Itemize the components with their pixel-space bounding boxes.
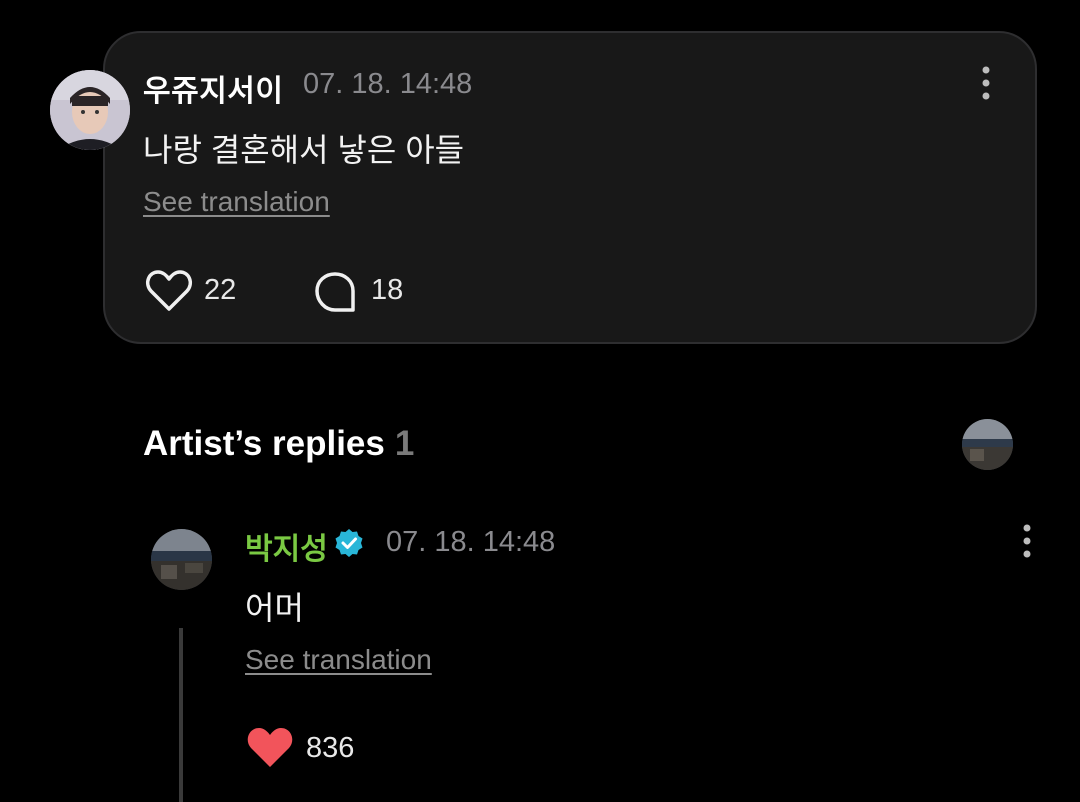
thread-line [179, 628, 183, 802]
artist-avatar-small[interactable] [962, 419, 1013, 470]
artist-username[interactable]: 박지성 [245, 524, 328, 568]
comment-like-count: 22 [204, 274, 237, 306]
verified-badge-icon [334, 528, 364, 558]
speech-bubble-icon[interactable] [313, 270, 357, 314]
artist-replies-title: Artist’s replies [143, 424, 385, 463]
artist-reply-more-icon[interactable] [1021, 524, 1033, 558]
comment-username[interactable]: 우쥬지서이 [143, 66, 284, 110]
heart-outline-icon[interactable] [145, 269, 193, 313]
artist-replies-heading: Artist’s replies 1 [143, 424, 414, 464]
comment-text: 나랑 결혼해서 낳은 아들 [143, 132, 465, 168]
user-avatar[interactable] [50, 70, 130, 150]
artist-avatar[interactable] [151, 529, 212, 590]
artist-reply-see-translation-link[interactable]: See translation [245, 644, 432, 676]
artist-reply-text: 어머 [245, 590, 304, 626]
artist-reply-timestamp: 07. 18. 14:48 [386, 526, 556, 558]
heart-filled-icon[interactable] [246, 726, 294, 770]
comment-more-icon[interactable] [980, 66, 992, 100]
artist-reply-like-count: 836 [306, 732, 355, 764]
comment-timestamp: 07. 18. 14:48 [303, 68, 473, 100]
comment-see-translation-link[interactable]: See translation [143, 186, 330, 218]
artist-replies-count: 1 [394, 424, 415, 463]
comment-reply-count: 18 [371, 274, 404, 306]
